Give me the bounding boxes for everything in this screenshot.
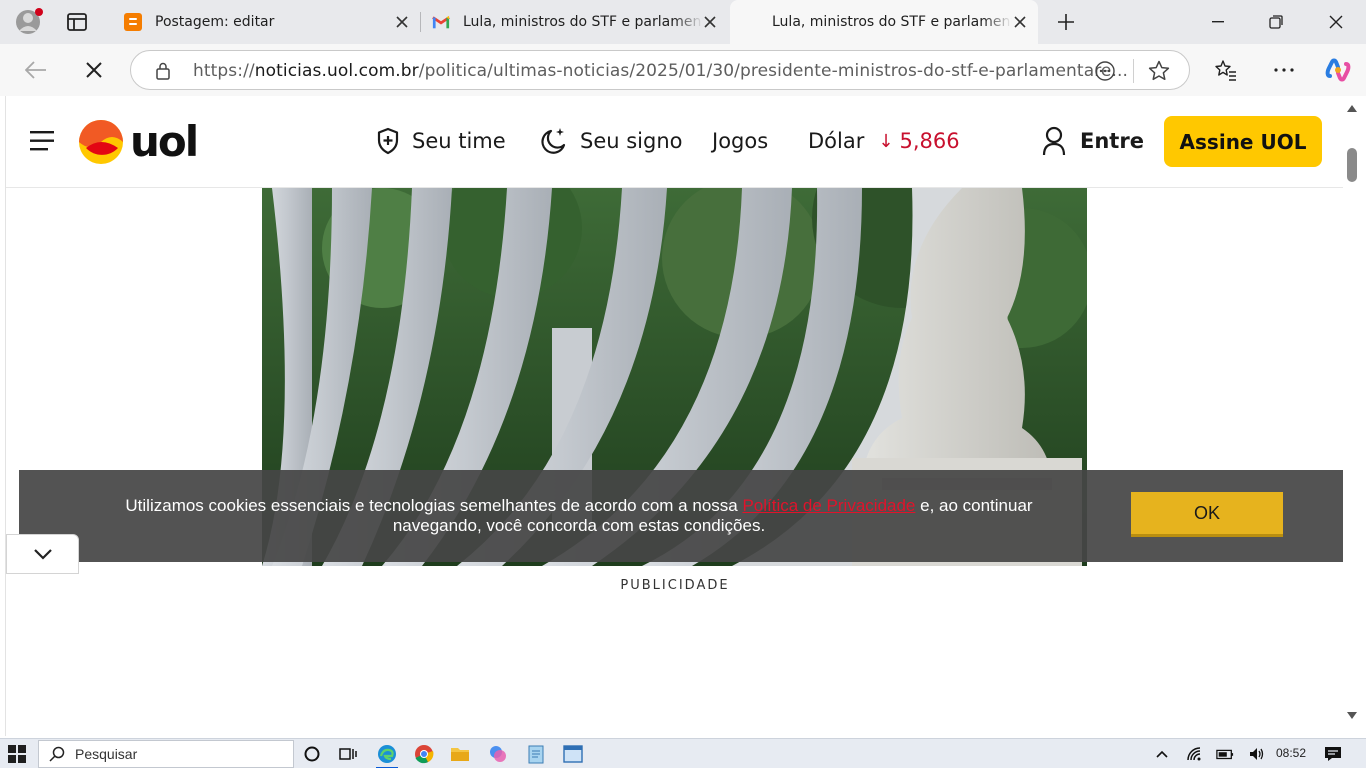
copilot-app-icon[interactable] [487,743,509,765]
notifications-icon[interactable] [1324,745,1342,763]
more-options-circle-icon[interactable] [1094,60,1116,82]
show-hidden-icons-chevron-up-icon[interactable] [1153,745,1171,763]
shield-plus-icon [377,127,399,155]
address-bar[interactable]: https://noticias.uol.com.br/politica/ult… [130,50,1190,90]
new-tab-icon[interactable] [1052,8,1080,36]
tab-strip: Postagem: editar Lula, ministros do STF … [0,0,1366,44]
back-arrow-icon[interactable] [20,54,52,86]
tab-actions-icon[interactable] [64,10,90,34]
user-icon [1042,126,1066,156]
divider [1133,59,1134,83]
close-icon[interactable] [1010,12,1030,32]
tab-title: Lula, ministros do STF e parlamentares [463,14,703,30]
url-scheme: https:// [193,61,255,81]
scroll-up-arrow-icon[interactable] [1345,102,1359,114]
close-icon[interactable] [392,12,412,32]
nav-label: Jogos [712,129,769,153]
scrollbar-thumb[interactable] [1347,148,1357,182]
page-viewport: uol Seu time Seu signo Jogos Dólar ↓ 5,8… [5,96,1343,736]
collapse-banner-button[interactable] [6,534,79,574]
edge-taskbar-icon[interactable] [376,743,398,768]
tab-title: Postagem: editar [155,14,275,30]
chevron-down-icon [33,549,52,560]
cookie-consent-banner: Utilizamos cookies essenciais e tecnolog… [19,470,1343,562]
profile-avatar[interactable] [14,6,44,36]
task-view-icon[interactable] [337,743,359,765]
login-link[interactable]: Entre [1042,124,1144,158]
taskbar-clock[interactable]: 08:52 [1276,746,1306,760]
tab-gmail[interactable]: Lula, ministros do STF e parlamentares [420,0,728,44]
uol-logo[interactable]: uol [78,117,213,166]
blogger-icon [124,13,142,31]
site-header: uol Seu time Seu signo Jogos Dólar ↓ 5,8… [6,96,1343,188]
url-text[interactable]: https://noticias.uol.com.br/politica/ult… [193,61,1128,81]
lock-icon[interactable] [153,61,173,81]
moon-stars-icon [541,128,566,154]
copilot-icon[interactable] [1322,54,1354,86]
subscribe-button[interactable]: Assine UOL [1164,116,1322,167]
wifi-icon[interactable] [1186,745,1204,763]
logo-wordmark: uol [130,118,197,166]
volume-icon[interactable] [1248,745,1266,763]
nav-jogos[interactable]: Jogos [712,126,768,156]
scroll-down-arrow-icon[interactable] [1345,710,1359,722]
tab-postagem[interactable]: Postagem: editar [112,0,420,44]
tab-title: Lula, ministros do STF e parlamentares [772,14,1012,30]
advertising-label: PUBLICIDADE [620,578,730,593]
dollar-quote[interactable]: Dólar ↓ 5,866 [808,126,960,156]
gmail-icon [432,13,450,31]
windows-start-icon[interactable] [8,745,26,763]
search-placeholder: Pesquisar [75,746,138,762]
app-window-icon[interactable] [562,743,584,765]
page-scrollbar[interactable] [1343,96,1361,736]
battery-icon[interactable] [1216,745,1234,763]
settings-more-icon[interactable] [1268,54,1300,86]
favorites-list-icon[interactable] [1210,54,1242,86]
close-window-icon[interactable] [1306,0,1366,44]
tab-active-uol[interactable]: Lula, ministros do STF e parlamentares [730,0,1038,44]
url-path: /politica/ultimas-noticias/2025/01/30/pr… [418,61,1128,81]
chrome-icon[interactable] [413,743,435,765]
url-host: noticias.uol.com.br [254,61,419,81]
taskbar-search-box[interactable]: Pesquisar [38,740,294,768]
dollar-label: Dólar [808,129,865,153]
down-arrow-icon: ↓ [878,130,894,152]
nav-label: Seu signo [580,129,683,153]
hamburger-menu-icon[interactable] [30,130,56,152]
notepad-icon[interactable] [525,743,547,765]
add-favorite-star-icon[interactable] [1147,59,1171,83]
cookie-ok-button[interactable]: OK [1131,492,1283,537]
stop-loading-icon[interactable] [78,54,110,86]
browser-toolbar: https://noticias.uol.com.br/politica/ult… [0,44,1366,96]
minimize-icon[interactable] [1188,0,1248,44]
windows-taskbar: Pesquisar 08:52 [0,738,1366,768]
nav-seu-time[interactable]: Seu time [376,126,506,156]
cookie-text-before: Utilizamos cookies essenciais e tecnolog… [125,496,743,515]
privacy-policy-link[interactable]: Política de Privacidade [742,496,915,515]
search-icon [49,746,65,762]
restore-icon[interactable] [1246,0,1306,44]
nav-label: Seu time [412,129,506,153]
close-icon[interactable] [700,12,720,32]
nav-seu-signo[interactable]: Seu signo [538,126,683,156]
file-explorer-icon[interactable] [449,743,471,765]
cookie-text: Utilizamos cookies essenciais e tecnolog… [79,496,1079,536]
dollar-value: 5,866 [899,129,960,153]
cortana-icon[interactable] [301,743,323,765]
login-label: Entre [1080,129,1144,153]
